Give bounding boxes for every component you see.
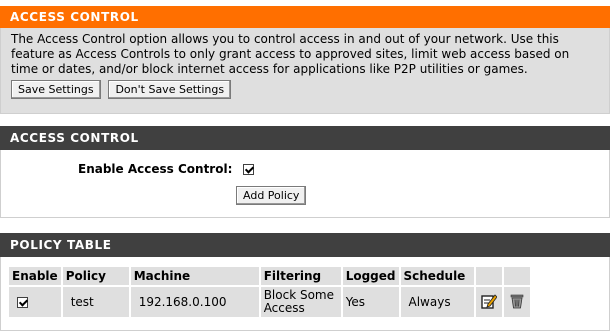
- access-control-header: ACCESS CONTROL: [0, 126, 610, 150]
- trash-icon[interactable]: [509, 293, 525, 312]
- intro-description-line: time or dates, and/or block internet acc…: [11, 62, 528, 76]
- row-filtering-cell: Block Some Access: [260, 287, 341, 317]
- intro-description-line: feature as Access Controls to only grant…: [11, 47, 570, 61]
- access-control-title: ACCESS CONTROL: [10, 131, 139, 145]
- intro-panel: The Access Control option allows you to …: [0, 28, 610, 114]
- column-header-policy: Policy: [62, 267, 129, 285]
- column-header-delete: [503, 267, 530, 285]
- access-control-panel: Enable Access Control: Add Policy: [0, 150, 610, 218]
- row-logged-cell: Yes: [342, 287, 399, 317]
- column-header-filtering: Filtering: [260, 267, 341, 285]
- row-machine-cell: 192.168.0.100: [130, 287, 259, 317]
- column-header-enable: Enable: [9, 267, 61, 285]
- row-delete-cell: [503, 287, 530, 317]
- column-header-edit: [475, 267, 502, 285]
- row-enable-checkbox[interactable]: [17, 297, 28, 308]
- policy-table-header-row: Enable Policy Machine Filtering Logged S…: [9, 267, 530, 285]
- column-header-logged: Logged: [342, 267, 399, 285]
- column-header-schedule: Schedule: [400, 267, 474, 285]
- save-settings-button[interactable]: Save Settings: [11, 80, 101, 99]
- add-policy-button[interactable]: Add Policy: [236, 186, 307, 205]
- table-row: test 192.168.0.100 Block Some Access Yes…: [9, 287, 530, 317]
- row-enable-cell: [9, 287, 61, 317]
- access-control-section: ACCESS CONTROL Enable Access Control: Ad…: [0, 126, 610, 218]
- row-filtering-line: Access: [263, 301, 305, 315]
- policy-table-header: POLICY TABLE: [0, 233, 610, 257]
- intro-button-row: Save Settings Don't Save Settings: [11, 80, 599, 99]
- intro-description-line: The Access Control option allows you to …: [11, 32, 559, 46]
- policy-table: Enable Policy Machine Filtering Logged S…: [7, 265, 532, 319]
- intro-header: ACCESS CONTROL: [0, 6, 610, 28]
- column-header-machine: Machine: [130, 267, 259, 285]
- policy-table-section: POLICY TABLE Enable Policy Machine Filte…: [0, 233, 610, 331]
- policy-table-title: POLICY TABLE: [10, 238, 112, 252]
- enable-access-control-label: Enable Access Control:: [78, 162, 233, 176]
- intro-title: ACCESS CONTROL: [10, 10, 139, 24]
- intro-section: ACCESS CONTROL The Access Control option…: [0, 6, 610, 114]
- enable-access-control-row: Enable Access Control:: [78, 162, 254, 176]
- enable-access-control-checkbox[interactable]: [242, 164, 254, 175]
- edit-icon[interactable]: [480, 293, 498, 312]
- policy-table-panel: Enable Policy Machine Filtering Logged S…: [0, 257, 610, 331]
- dont-save-settings-button[interactable]: Don't Save Settings: [108, 80, 232, 99]
- row-edit-cell: [475, 287, 502, 317]
- row-schedule-cell: Always: [400, 287, 474, 317]
- row-policy-cell: test: [62, 287, 129, 317]
